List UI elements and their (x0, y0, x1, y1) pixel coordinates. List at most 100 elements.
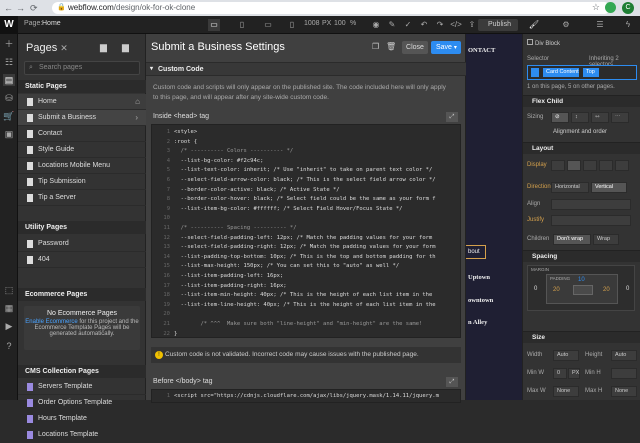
preview-eye-icon[interactable]: ◉ (370, 19, 382, 31)
box-model-editor[interactable]: MARGIN 0 0 PADDING 10 20 20 (527, 265, 635, 311)
webflow-logo-icon[interactable]: W (0, 16, 18, 34)
display-inline-block-button[interactable] (599, 160, 613, 171)
new-page-icon[interactable]: ▆ (122, 42, 129, 53)
sizing-grow-button[interactable]: ↕ (571, 112, 589, 123)
class-chip[interactable]: Card Content (542, 67, 580, 78)
no-wrap-button[interactable]: Don't wrap (553, 234, 591, 245)
cms-icon[interactable]: ⛁ (3, 92, 15, 104)
trash-icon[interactable]: 🗑 (386, 42, 396, 51)
direction-vertical-button[interactable]: Vertical (591, 182, 627, 193)
page-item[interactable]: Style Guide (18, 142, 146, 158)
page-item[interactable]: Order Options Template (18, 395, 146, 411)
page-item[interactable]: Locations Template (18, 427, 146, 443)
redo-icon[interactable]: ↷ (434, 19, 446, 31)
page-selector[interactable]: Home (42, 20, 61, 27)
page-item[interactable]: Tip a Server (18, 190, 146, 206)
code-export-icon[interactable]: </> (450, 19, 462, 31)
mobile-portrait-icon[interactable]: ▯ (286, 19, 298, 31)
page-item[interactable]: Servers Template (18, 379, 146, 395)
max-height-input[interactable]: None (611, 386, 637, 397)
lightning-icon[interactable]: ϟ (622, 19, 634, 31)
display-grid-button[interactable] (583, 160, 597, 171)
close-panel-icon[interactable]: ✕ (60, 43, 68, 53)
margin-left-value[interactable]: 0 (534, 286, 537, 292)
custom-code-section-header[interactable]: ▾ Custom Code (146, 62, 466, 76)
brush-icon[interactable]: ✎ (386, 19, 398, 31)
page-item[interactable]: Contact (18, 126, 146, 142)
page-item[interactable]: Password (18, 236, 146, 252)
display-flex-button[interactable] (567, 160, 581, 171)
add-panel-icon[interactable]: ＋ (3, 38, 15, 50)
direction-horizontal-button[interactable]: Horizontal (551, 182, 589, 193)
publish-button[interactable]: Publish (478, 19, 518, 31)
interactions-icon[interactable]: ☰ (594, 19, 606, 31)
body-code-editor[interactable]: 1 <script src="https://cdnjs.cloudflare.… (151, 389, 461, 403)
align-options[interactable] (551, 199, 631, 210)
max-width-input[interactable]: None (553, 386, 579, 397)
class-chip[interactable]: Top (582, 67, 600, 78)
share-icon[interactable]: ⇪ (466, 19, 478, 31)
back-icon[interactable]: ← (4, 3, 13, 13)
size-header[interactable]: Size (523, 331, 640, 343)
mobile-landscape-icon[interactable]: ▭ (262, 19, 274, 31)
duplicate-icon[interactable]: ❐ (372, 42, 379, 51)
profile-avatar[interactable]: C (622, 2, 634, 14)
margin-right-value[interactable]: 0 (626, 286, 629, 292)
desktop-breakpoint-icon[interactable]: ▭ (208, 19, 220, 31)
design-canvas[interactable]: ONTACT bout Uptown owntown n Alley (466, 34, 522, 400)
extension-icon[interactable] (605, 2, 616, 13)
padding-right-value[interactable]: 20 (603, 287, 610, 293)
undo-icon[interactable]: ↶ (418, 19, 430, 31)
padding-box[interactable]: PADDING 10 20 20 (546, 274, 618, 304)
page-item[interactable]: Locations Mobile Menu (18, 158, 146, 174)
sizing-custom-button[interactable]: ⋯ (611, 112, 629, 123)
style-brush-icon[interactable]: 🖌 (528, 19, 540, 31)
page-item[interactable]: Tip Submission (18, 174, 146, 190)
width-input[interactable]: Auto (553, 350, 579, 361)
assets-icon[interactable]: ▣ (3, 128, 15, 140)
head-code-editor[interactable]: 1 <style> 2:root {3 /* ---------- Colors -… (151, 124, 461, 338)
ecommerce-icon[interactable]: 🛒 (3, 110, 15, 122)
min-height-input[interactable] (611, 368, 637, 379)
help-icon[interactable]: ? (3, 340, 15, 352)
sizing-none-button[interactable]: ⇿ (591, 112, 609, 123)
wrap-button[interactable]: Wrap (593, 234, 619, 245)
page-item[interactable]: Home ⌂ (18, 94, 146, 110)
address-bar[interactable]: 🔒 webflow.com/design/ok-for-ok-clone (52, 2, 610, 14)
tablet-breakpoint-icon[interactable]: ▯ (236, 19, 248, 31)
expand-editor-icon[interactable]: ⤢ (446, 112, 458, 122)
min-width-unit[interactable]: PX (568, 368, 580, 379)
expand-body-editor-icon[interactable]: ⤢ (446, 377, 458, 387)
selector-field[interactable]: Card Content Top (527, 65, 637, 80)
chevron-right-icon[interactable]: › (135, 110, 138, 126)
save-button[interactable]: Save ▾ (431, 41, 461, 54)
alignment-order-label[interactable]: Alignment and order (553, 129, 607, 135)
navigator-icon[interactable]: ☷ (3, 56, 15, 68)
settings-gear-icon[interactable]: ⚙ (560, 19, 572, 31)
display-none-button[interactable] (615, 160, 629, 171)
padding-top-value[interactable]: 10 (578, 277, 585, 283)
flex-child-header[interactable]: Flex Child (523, 95, 640, 107)
height-input[interactable]: Auto (611, 350, 637, 361)
bookmark-star-icon[interactable]: ☆ (592, 2, 600, 13)
search-pages-input[interactable]: ⌕ Search pages (24, 61, 140, 75)
page-item[interactable]: 404 (18, 252, 146, 268)
page-item[interactable]: Submit a Business › (18, 110, 146, 126)
close-button[interactable]: Close (402, 41, 428, 54)
new-folder-icon[interactable]: ▆ (100, 42, 107, 53)
page-item[interactable]: Hours Template (18, 411, 146, 427)
check-icon[interactable]: ✓ (402, 19, 414, 31)
layout-header[interactable]: Layout (523, 142, 640, 154)
sizing-shrink-button[interactable]: ⊘ (551, 112, 569, 123)
forward-icon[interactable]: → (16, 3, 25, 13)
audit-icon[interactable]: ▦ (3, 302, 15, 314)
min-width-input[interactable]: 0 (553, 368, 567, 379)
video-help-icon[interactable]: ▶ (3, 320, 15, 332)
spacing-header[interactable]: Spacing (523, 250, 640, 262)
select-cursor-icon[interactable]: ⬚ (3, 284, 15, 296)
reload-icon[interactable]: ⟳ (30, 3, 38, 14)
justify-options[interactable] (551, 215, 631, 226)
pages-icon[interactable]: ▤ (3, 74, 15, 86)
display-block-button[interactable] (551, 160, 565, 171)
padding-left-value[interactable]: 20 (553, 287, 560, 293)
